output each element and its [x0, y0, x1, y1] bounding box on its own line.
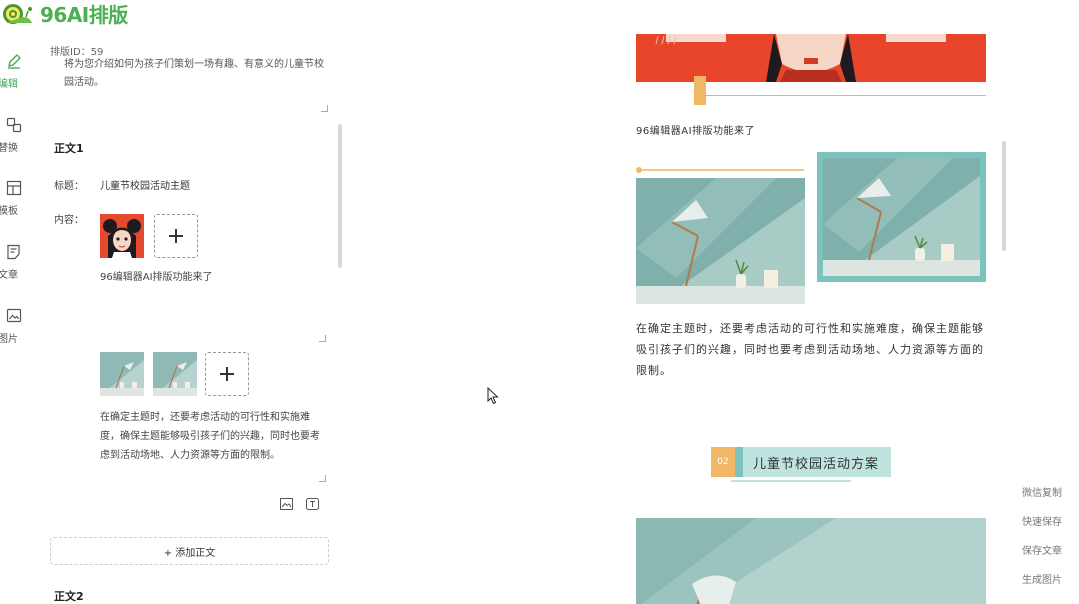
caption-textarea[interactable]: 96编辑器AI排版功能来了	[100, 268, 322, 287]
body-textarea[interactable]: 在确定主题时，还要考虑活动的可行性和实施难度，确保主题能够吸引孩子们的兴趣，同时…	[100, 408, 322, 465]
preview-scrollbar[interactable]	[1002, 141, 1006, 251]
nav-item-style-replace[interactable]: 式替换	[0, 117, 40, 165]
room-thumbnail[interactable]	[100, 352, 144, 396]
heading-number: 02	[711, 447, 735, 477]
mouse-cursor-icon	[487, 387, 499, 405]
room-image-icon	[823, 158, 980, 276]
nav-item-content-edit[interactable]: 容编辑	[0, 53, 40, 101]
nav-item-my-images[interactable]: 的图片	[0, 308, 40, 356]
pencil-icon	[8, 54, 21, 69]
quick-save-button[interactable]: 快速保存	[1022, 513, 1079, 542]
logo-text: 96AI排版	[40, 2, 128, 27]
title-label: 标题：	[54, 181, 84, 192]
room-thumbnail[interactable]	[153, 352, 197, 396]
room-image-icon	[636, 518, 986, 604]
textarea-resize-handle[interactable]	[320, 104, 328, 112]
heading-stripe	[735, 447, 743, 477]
portrait-image-icon	[100, 214, 144, 258]
decorative-line	[706, 95, 986, 96]
preview-room-image-framed	[817, 152, 986, 282]
generate-image-button[interactable]: 生成图片	[1022, 571, 1079, 600]
article-icon	[7, 244, 20, 260]
room-image-icon	[100, 352, 144, 396]
section-title: 正文1	[54, 142, 84, 155]
preview-banner-image	[636, 34, 986, 82]
preview-paragraph: 在确定主题时，还要考虑活动的可行性和实施难度，确保主题能够吸引孩子们的兴趣，同时…	[636, 322, 984, 377]
add-body-button[interactable]: + 添加正文	[50, 537, 329, 565]
swap-icon	[6, 117, 22, 133]
section-title: 正文2	[54, 590, 84, 603]
preview-caption: 96编辑器AI排版功能来了	[636, 126, 756, 137]
action-rail: 微信复制 快速保存 保存文章 生成图片	[1022, 484, 1079, 600]
textarea-resize-handle[interactable]	[318, 334, 326, 342]
heading-underline	[731, 480, 851, 482]
title-value[interactable]: 儿童节校园活动主题	[100, 177, 190, 192]
decorative-bar	[694, 76, 706, 105]
image-tool-icon[interactable]	[280, 498, 293, 510]
content-editor: 排版ID：59 将为您介绍如何为孩子们策划一场有趣、有意义的儿童节校园活动。 正…	[40, 38, 345, 604]
preview-room-image-large	[636, 518, 986, 604]
article-preview: 96编辑器AI排版功能来了 在确定主题时，还要考虑活动的可行性和实施难度，确保主…	[636, 0, 986, 604]
banner-illustration-icon	[636, 34, 986, 82]
portrait-thumbnail[interactable]	[100, 214, 144, 258]
room-image-icon	[636, 178, 805, 304]
room-image-icon	[153, 352, 197, 396]
heading-text: 儿童节校园活动方案	[743, 447, 892, 477]
image-icon	[6, 308, 22, 323]
add-image-button[interactable]	[205, 352, 249, 396]
editor-scrollbar[interactable]	[338, 124, 342, 268]
textarea-resize-handle[interactable]	[318, 474, 326, 482]
decorative-line	[642, 169, 804, 171]
app-logo[interactable]: 96AI排版	[0, 0, 128, 27]
snail-logo-icon	[3, 4, 32, 24]
preview-room-image	[636, 178, 805, 304]
intro-textarea[interactable]: 将为您介绍如何为孩子们策划一场有趣、有意义的儿童节校园活动。	[64, 56, 326, 92]
text-tool-icon[interactable]	[306, 498, 319, 510]
preview-section-heading: 02 儿童节校园活动方案	[711, 447, 892, 477]
nav-item-my-articles[interactable]: 的文章	[0, 244, 40, 292]
wechat-copy-button[interactable]: 微信复制	[1022, 484, 1079, 513]
save-article-button[interactable]: 保存文章	[1022, 542, 1079, 571]
nav-item-my-templates[interactable]: 个模板	[0, 180, 40, 228]
content-label: 内容：	[54, 215, 84, 226]
app-root: 96AI排版 容编辑 式替换 个模板	[0, 0, 1079, 604]
add-image-button[interactable]	[154, 214, 198, 258]
template-icon	[6, 180, 22, 196]
